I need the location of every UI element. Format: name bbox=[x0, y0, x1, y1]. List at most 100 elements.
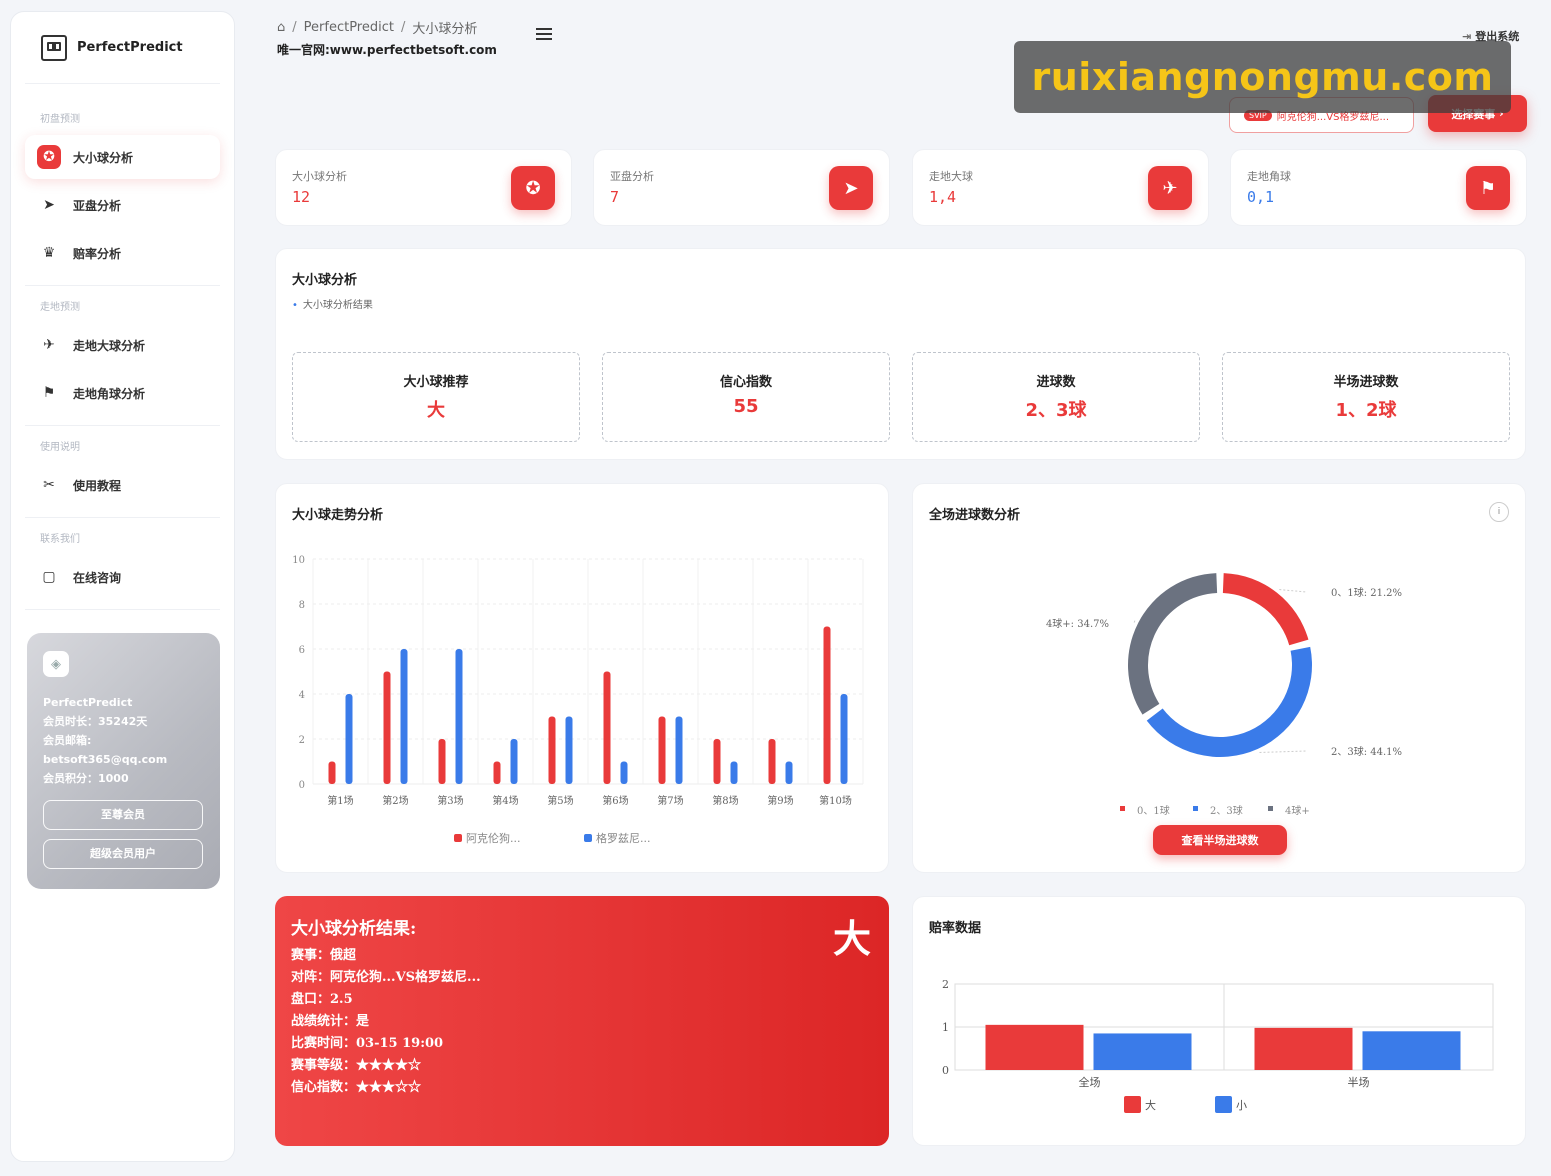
send-icon: ➤ bbox=[43, 197, 55, 213]
nav-section-heading: 走地预测 bbox=[40, 302, 80, 313]
analysis-box-value: 55 bbox=[733, 396, 759, 417]
breadcrumb-item-brand[interactable]: PerfectPredict bbox=[304, 20, 394, 35]
home-icon[interactable]: ⌂ bbox=[277, 20, 285, 35]
sidebar-item-label: 亚盘分析 bbox=[73, 198, 122, 213]
tools-icon: ✂ bbox=[43, 477, 55, 493]
trend-bar bbox=[658, 716, 666, 784]
nav-section-heading: 初盘预测 bbox=[40, 114, 80, 125]
nav-section-heading: 使用说明 bbox=[40, 442, 80, 453]
trend-legend-swatch bbox=[584, 834, 592, 842]
breadcrumb-item-current: 大小球分析 bbox=[412, 22, 478, 37]
sidebar-item-label: 大小球分析 bbox=[73, 150, 134, 165]
trend-bar bbox=[400, 649, 408, 784]
goals-chart: 0、1球: 21.2% 2、3球: 44.1% 4球+: 34.7% 0、1球 2、3球… bbox=[1046, 573, 1402, 817]
stat-card[interactable]: 亚盘分析 7 ➤ bbox=[593, 149, 890, 226]
super-member-button[interactable]: 超级会员用户 bbox=[43, 839, 203, 869]
trend-chart: 0 2 4 6 8 10 第1场 第2场 第3场 第4场 第5场 第6场 第7场 第8场 第9场 第10场阿克… bbox=[292, 555, 864, 845]
trend-y-tick: 0 bbox=[299, 780, 305, 791]
goals-legend-swatch bbox=[1193, 806, 1198, 811]
goals-legend-label: 0、1球 bbox=[1137, 804, 1170, 817]
trend-x-tick: 第5场 bbox=[547, 794, 573, 807]
trend-bar bbox=[455, 649, 463, 784]
trend-bar bbox=[730, 761, 738, 784]
trend-x-tick: 第8场 bbox=[712, 794, 738, 807]
trend-x-tick: 第6场 bbox=[602, 794, 628, 807]
sidebar-item-label: 走地大球分析 bbox=[73, 338, 146, 353]
sidebar-item[interactable]: ✪ 大小球分析 bbox=[25, 135, 220, 179]
odds-bar bbox=[985, 1024, 1084, 1070]
trend-bar bbox=[548, 716, 556, 784]
sidebar-item[interactable]: ▢ 在线咨询 bbox=[25, 555, 220, 599]
stat-card[interactable]: 走地大球 1,4 ✈ bbox=[912, 149, 1209, 226]
result-line: 赛事等级：★★★★☆ bbox=[291, 1058, 422, 1073]
brand-name: PerfectPredict bbox=[77, 40, 183, 55]
result-card: 大小球分析结果: 赛事：俄超 对阵：阿克伦狗...VS格罗兹尼... 盘口：2.5 战… bbox=[275, 896, 889, 1146]
trend-bar bbox=[768, 739, 776, 784]
analysis-title: 大小球分析 bbox=[292, 273, 358, 288]
trend-x-tick: 第7场 bbox=[657, 794, 683, 807]
flag-icon: ⚑ bbox=[42, 385, 56, 401]
analysis-subtitle: 大小球分析结果 bbox=[292, 296, 373, 311]
odds-bar bbox=[1362, 1031, 1461, 1070]
result-line: 赛事：俄超 bbox=[291, 948, 357, 963]
trend-bar bbox=[383, 671, 391, 784]
odds-bar bbox=[1093, 1033, 1192, 1070]
nav-section: 联系我们 ▢ 在线咨询 bbox=[25, 518, 220, 610]
goals-leader-line bbox=[1259, 750, 1307, 753]
nav-section-heading: 联系我们 bbox=[40, 534, 80, 545]
sidebar-nav: 初盘预测 ✪ 大小球分析 ➤ 亚盘分析 ♛ 赔率分析 走地预测 ✈ 走地大球分析 ⚑ 走地角球分析 使用… bbox=[11, 84, 234, 610]
trend-y-tick: 4 bbox=[299, 690, 305, 701]
goals-leader-line bbox=[1279, 589, 1307, 593]
member-duration: 会员时长：35242天 bbox=[43, 715, 148, 728]
sidebar-item-label: 使用教程 bbox=[73, 478, 122, 493]
supreme-member-button[interactable]: 至尊会员 bbox=[43, 800, 203, 830]
result-title: 大小球分析结果: bbox=[291, 919, 417, 939]
odds-legend-label: 大 bbox=[1145, 1098, 1156, 1112]
trend-bar bbox=[510, 739, 518, 784]
send-icon: ➤ bbox=[829, 166, 873, 210]
analysis-box: 进球数 2、3球 bbox=[912, 352, 1200, 442]
stat-card[interactable]: 大小球分析 12 ✪ bbox=[275, 149, 572, 226]
trend-bar bbox=[345, 694, 353, 784]
sidebar-item[interactable]: ♛ 赔率分析 bbox=[25, 231, 220, 275]
analysis-box: 半场进球数 1、2球 bbox=[1222, 352, 1510, 442]
sidebar-item[interactable]: ➤ 亚盘分析 bbox=[25, 183, 220, 227]
trend-bar bbox=[840, 694, 848, 784]
trend-y-tick: 8 bbox=[299, 600, 305, 611]
stat-card[interactable]: 走地角球 0,1 ⚑ bbox=[1230, 149, 1527, 226]
goals-slice-label: 2、3球: 44.1% bbox=[1331, 745, 1402, 758]
trend-x-tick: 第10场 bbox=[819, 794, 852, 807]
analysis-box-value: 2、3球 bbox=[1025, 400, 1087, 421]
goals-slice bbox=[1128, 573, 1218, 715]
odds-legend-label: 小 bbox=[1236, 1099, 1247, 1112]
goals-slice-label: 0、1球: 21.2% bbox=[1331, 586, 1402, 599]
odds-panel: 赔率数据 0 1 2 全场 半场大小 bbox=[912, 896, 1526, 1146]
sidebar-item-label: 走地角球分析 bbox=[73, 386, 146, 401]
goals-legend-swatch bbox=[1120, 806, 1125, 811]
goals-leader-line bbox=[1133, 620, 1136, 624]
menu-toggle-icon[interactable] bbox=[536, 28, 552, 40]
goals-legend-label: 4球+ bbox=[1285, 804, 1310, 817]
trend-bar bbox=[438, 739, 446, 784]
soccer-ball-icon: ✪ bbox=[511, 166, 555, 210]
analysis-box-value: 大 bbox=[427, 400, 445, 421]
member-card: ◈ PerfectPredict 会员时长：35242天 会员邮箱: betso… bbox=[27, 633, 220, 889]
result-line: 比赛时间：03-15 19:00 bbox=[291, 1036, 444, 1051]
trend-bar bbox=[328, 761, 336, 784]
rocket-icon: ✈ bbox=[1148, 166, 1192, 210]
trend-legend-swatch bbox=[454, 834, 462, 842]
trend-x-tick: 第2场 bbox=[382, 794, 408, 807]
trend-x-tick: 第9场 bbox=[767, 794, 793, 807]
sidebar: PerfectPredict 初盘预测 ✪ 大小球分析 ➤ 亚盘分析 ♛ 赔率分析走地预测 ✈… bbox=[10, 11, 235, 1162]
analysis-box-label: 信心指数 bbox=[719, 375, 772, 390]
trend-y-tick: 6 bbox=[299, 645, 305, 656]
logo[interactable]: PerfectPredict bbox=[25, 12, 220, 84]
sidebar-item[interactable]: ✈ 走地大球分析 bbox=[25, 323, 220, 367]
sidebar-item[interactable]: ⚑ 走地角球分析 bbox=[25, 371, 220, 415]
sidebar-item[interactable]: ✂ 使用教程 bbox=[25, 463, 220, 507]
crown-icon: ♛ bbox=[42, 245, 56, 261]
view-half-goals-button[interactable]: 查看半场进球数 bbox=[1153, 825, 1287, 855]
flag-icon: ⚑ bbox=[1466, 166, 1510, 210]
nav-section: 使用说明 ✂ 使用教程 bbox=[25, 426, 220, 518]
trend-x-tick: 第1场 bbox=[327, 794, 353, 807]
